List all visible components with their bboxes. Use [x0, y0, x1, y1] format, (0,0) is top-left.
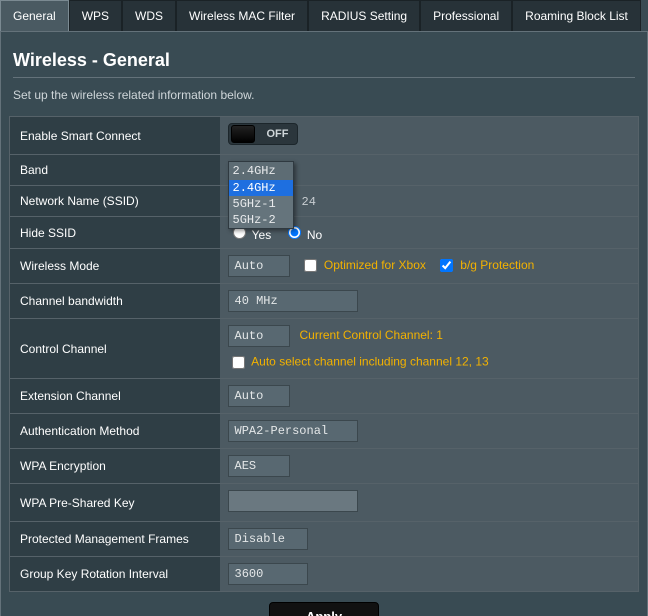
tab-general[interactable]: General [0, 0, 69, 31]
toggle-state: OFF [267, 128, 289, 140]
auto-include-12-13-label: Auto select channel including channel 12… [251, 355, 489, 369]
xbox-label: Optimized for Xbox [324, 258, 426, 272]
wireless-mode-select[interactable]: Auto [228, 255, 290, 277]
tab-wireless-mac-filter[interactable]: Wireless MAC Filter [176, 0, 308, 31]
tab-professional[interactable]: Professional [420, 0, 512, 31]
band-select-open[interactable]: 2.4GHz 2.4GHz 5GHz-1 5GHz-2 [228, 161, 294, 229]
apply-button[interactable]: Apply [269, 602, 379, 616]
xbox-checkbox[interactable] [304, 259, 317, 272]
toggle-knob [231, 125, 255, 143]
label-auth-method: Authentication Method [10, 414, 220, 449]
label-psk: WPA Pre-Shared Key [10, 484, 220, 522]
label-extension-channel: Extension Channel [10, 379, 220, 414]
band-option-2-4ghz[interactable]: 2.4GHz [229, 180, 293, 196]
band-selected-display: 2.4GHz [229, 162, 293, 180]
ssid-value-peek: 24 [302, 195, 316, 209]
hide-ssid-no-label[interactable]: No [283, 228, 323, 242]
tab-wps[interactable]: WPS [69, 0, 122, 31]
band-option-5ghz-1[interactable]: 5GHz-1 [229, 196, 293, 212]
content-panel: Wireless - General Set up the wireless r… [0, 32, 648, 616]
band-option-5ghz-2[interactable]: 5GHz-2 [229, 212, 293, 228]
extension-channel-select[interactable]: Auto [228, 385, 290, 407]
label-control-channel: Control Channel [10, 319, 220, 379]
label-pmf: Protected Management Frames [10, 522, 220, 557]
tab-radius-setting[interactable]: RADIUS Setting [308, 0, 420, 31]
label-ssid: Network Name (SSID) [10, 186, 220, 217]
smart-connect-toggle[interactable]: OFF [228, 123, 298, 145]
bg-protection-label: b/g Protection [460, 258, 534, 272]
hide-ssid-yes-label[interactable]: Yes [228, 228, 272, 242]
auto-include-12-13-checkbox[interactable] [232, 356, 245, 369]
label-hide-ssid: Hide SSID [10, 217, 220, 249]
tab-strip: General WPS WDS Wireless MAC Filter RADI… [0, 0, 648, 32]
page-title: Wireless - General [13, 50, 635, 78]
tab-roaming-block-list[interactable]: Roaming Block List [512, 0, 641, 31]
tab-wds[interactable]: WDS [122, 0, 176, 31]
label-gkri: Group Key Rotation Interval [10, 557, 220, 592]
psk-input[interactable] [228, 490, 358, 512]
control-channel-select[interactable]: Auto [228, 325, 290, 347]
label-channel-bandwidth: Channel bandwidth [10, 284, 220, 319]
label-wireless-mode: Wireless Mode [10, 249, 220, 284]
settings-table: Enable Smart Connect OFF Band 2.4GHz 2.4… [9, 116, 639, 592]
control-channel-status: Current Control Channel: 1 [300, 328, 443, 342]
gkri-input[interactable]: 3600 [228, 563, 308, 585]
pmf-select[interactable]: Disable [228, 528, 308, 550]
channel-bandwidth-select[interactable]: 40 MHz [228, 290, 358, 312]
bg-protection-checkbox[interactable] [440, 259, 453, 272]
wpa-encryption-select[interactable]: AES [228, 455, 290, 477]
label-smart-connect: Enable Smart Connect [10, 117, 220, 155]
label-band: Band [10, 155, 220, 186]
page-subtitle: Set up the wireless related information … [13, 88, 635, 102]
label-wpa-encryption: WPA Encryption [10, 449, 220, 484]
auth-method-select[interactable]: WPA2-Personal [228, 420, 358, 442]
